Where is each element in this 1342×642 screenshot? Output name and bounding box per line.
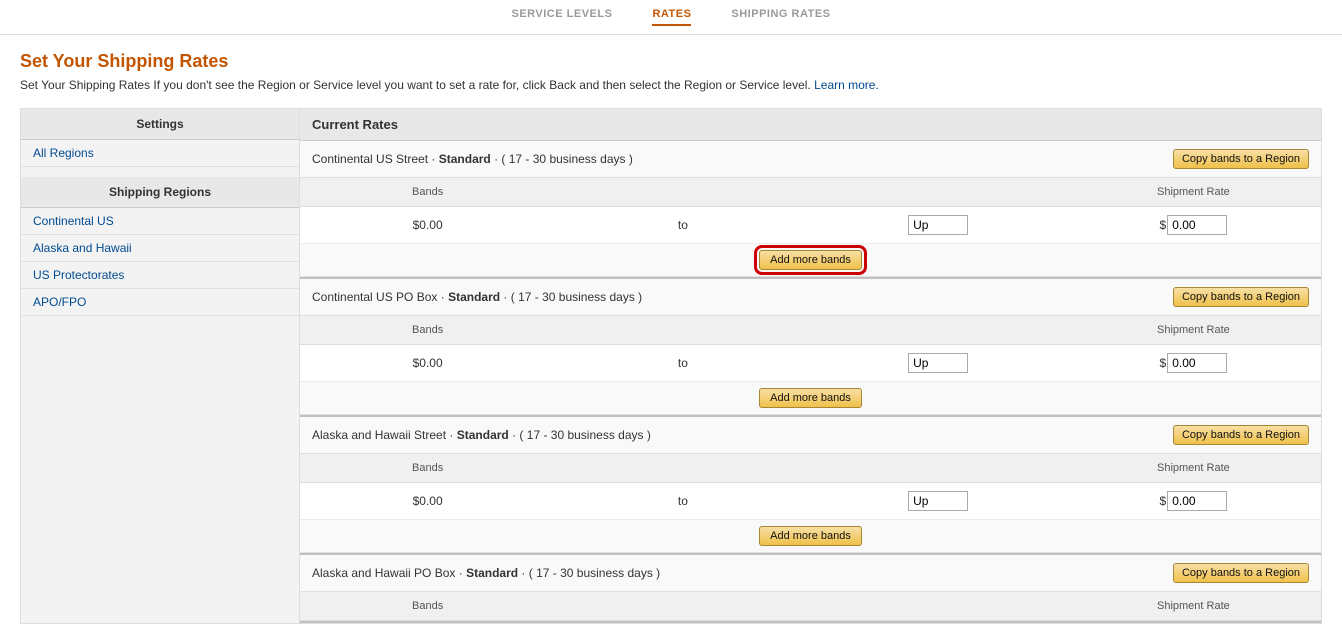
- shipping-regions-header: Shipping Regions: [21, 177, 299, 208]
- to-label-1: to: [555, 352, 810, 374]
- region-us-protectorates[interactable]: US Protectorates: [21, 262, 299, 289]
- add-more-row-0: Add more bands: [300, 244, 1321, 277]
- rate-section-3: Alaska and Hawaii PO Box · Standard · ( …: [300, 555, 1321, 623]
- add-more-row-1: Add more bands: [300, 382, 1321, 415]
- bands-col-spacer-1: [555, 320, 810, 340]
- up-input-1[interactable]: [811, 349, 1066, 377]
- rate-input-0[interactable]: $: [1066, 211, 1321, 239]
- to-label-0: to: [555, 214, 810, 236]
- bands-data-row-2: $0.00 to $: [300, 483, 1321, 520]
- sidebar: Settings All Regions Shipping Regions Co…: [20, 108, 300, 624]
- page-title: Set Your Shipping Rates: [20, 51, 1322, 72]
- up-input-0[interactable]: [811, 211, 1066, 239]
- copy-bands-btn-2[interactable]: Copy bands to a Region: [1173, 425, 1309, 445]
- add-more-btn-0[interactable]: Add more bands: [759, 250, 862, 270]
- content-header: Current Rates: [300, 109, 1321, 141]
- rate-section-1: Continental US PO Box · Standard · ( 17 …: [300, 279, 1321, 417]
- rate-field-2[interactable]: [1167, 491, 1227, 511]
- bands-col-header-1: Bands: [300, 320, 555, 340]
- nav-rates[interactable]: RATES: [652, 8, 691, 26]
- all-regions-link[interactable]: All Regions: [21, 140, 299, 167]
- up-field-1[interactable]: [908, 353, 968, 373]
- top-nav: SERVICE LEVELS RATES SHIPPING RATES: [0, 0, 1342, 35]
- copy-bands-btn-1[interactable]: Copy bands to a Region: [1173, 287, 1309, 307]
- bands-col-spacer-0: [555, 182, 810, 202]
- bands-data-row-1: $0.00 to $: [300, 345, 1321, 382]
- copy-bands-btn-0[interactable]: Copy bands to a Region: [1173, 149, 1309, 169]
- learn-more-link[interactable]: Learn more.: [814, 78, 879, 92]
- from-value-2: $0.00: [300, 490, 555, 512]
- shipment-rate-header-1: Shipment Rate: [1066, 320, 1321, 340]
- rate-section-title-2: Alaska and Hawaii Street · Standard · ( …: [312, 428, 651, 442]
- up-field-0[interactable]: [908, 215, 968, 235]
- rate-section-2: Alaska and Hawaii Street · Standard · ( …: [300, 417, 1321, 555]
- bands-col-up-1: [811, 320, 1066, 340]
- rate-input-2[interactable]: $: [1066, 487, 1321, 515]
- from-value-1: $0.00: [300, 352, 555, 374]
- up-input-2[interactable]: [811, 487, 1066, 515]
- add-more-btn-2[interactable]: Add more bands: [759, 526, 862, 546]
- bands-col-up-0: [811, 182, 1066, 202]
- rate-field-0[interactable]: [1167, 215, 1227, 235]
- up-field-2[interactable]: [908, 491, 968, 511]
- nav-service-levels[interactable]: SERVICE LEVELS: [512, 8, 613, 26]
- add-more-row-2: Add more bands: [300, 520, 1321, 553]
- content-panel: Current Rates Continental US Street · St…: [300, 108, 1322, 624]
- region-apo-fpo[interactable]: APO/FPO: [21, 289, 299, 316]
- bands-col-header-2: Bands: [300, 458, 555, 478]
- bands-col-up-2: [811, 458, 1066, 478]
- bands-col-header-3: Bands: [300, 596, 555, 616]
- page-subtitle: Set Your Shipping Rates If you don't see…: [20, 78, 1322, 92]
- rate-section-0: Continental US Street · Standard · ( 17 …: [300, 141, 1321, 279]
- shipment-rate-header-0: Shipment Rate: [1066, 182, 1321, 202]
- shipment-rate-header-2: Shipment Rate: [1066, 458, 1321, 478]
- settings-header: Settings: [21, 109, 299, 140]
- rate-section-title-3: Alaska and Hawaii PO Box · Standard · ( …: [312, 566, 660, 580]
- rate-field-1[interactable]: [1167, 353, 1227, 373]
- bands-data-row-0: $0.00 to $: [300, 207, 1321, 244]
- bands-col-header-0: Bands: [300, 182, 555, 202]
- nav-shipping-rates[interactable]: SHIPPING RATES: [731, 8, 830, 26]
- bands-col-spacer-3: [555, 596, 810, 616]
- region-alaska-hawaii[interactable]: Alaska and Hawaii: [21, 235, 299, 262]
- add-more-btn-1[interactable]: Add more bands: [759, 388, 862, 408]
- rate-section-title-1: Continental US PO Box · Standard · ( 17 …: [312, 290, 642, 304]
- from-value-0: $0.00: [300, 214, 555, 236]
- bands-col-spacer-2: [555, 458, 810, 478]
- rate-section-title-0: Continental US Street · Standard · ( 17 …: [312, 152, 633, 166]
- bands-col-up-3: [811, 596, 1066, 616]
- to-label-2: to: [555, 490, 810, 512]
- copy-bands-btn-3[interactable]: Copy bands to a Region: [1173, 563, 1309, 583]
- shipment-rate-header-3: Shipment Rate: [1066, 596, 1321, 616]
- rate-input-1[interactable]: $: [1066, 349, 1321, 377]
- region-continental-us[interactable]: Continental US: [21, 208, 299, 235]
